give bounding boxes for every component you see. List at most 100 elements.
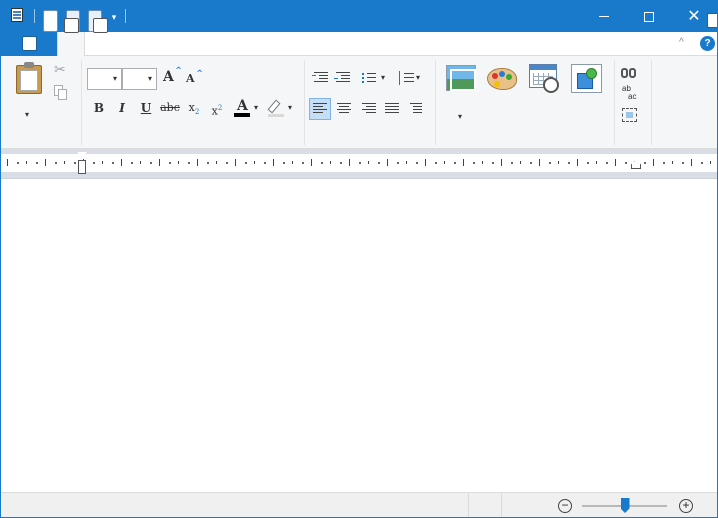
ruler-tick xyxy=(605,162,608,164)
ruler-tick xyxy=(653,159,654,166)
group-divider xyxy=(81,60,82,145)
group-divider xyxy=(435,60,436,145)
ruler-tick xyxy=(567,162,570,164)
bold-button[interactable]: B xyxy=(90,99,108,117)
ruler-tick xyxy=(529,162,532,164)
copy-icon[interactable] xyxy=(54,85,68,100)
ruler-tick xyxy=(140,161,141,164)
font-color-icon: A xyxy=(237,98,248,114)
align-right-button[interactable] xyxy=(359,99,379,117)
date-time-icon[interactable] xyxy=(529,64,561,94)
document-editor[interactable] xyxy=(1,180,717,493)
select-all-icon[interactable] xyxy=(622,108,637,122)
font-color-chevron-icon[interactable]: ▾ xyxy=(254,103,258,112)
superscript-button[interactable]: x2 xyxy=(208,99,226,118)
ruler-tick xyxy=(520,161,521,164)
group-divider xyxy=(614,60,615,145)
highlight-color-button[interactable] xyxy=(267,98,286,118)
paint-drawing-icon[interactable] xyxy=(487,64,519,92)
grow-font-icon[interactable]: A xyxy=(163,65,182,87)
group-divider xyxy=(304,60,305,145)
ruler-tick xyxy=(54,162,57,164)
maximize-button[interactable] xyxy=(626,1,672,32)
ruler-tick xyxy=(700,162,703,164)
ruler-tick xyxy=(662,162,665,164)
font-size-select[interactable]: ▾ xyxy=(122,68,157,90)
save-icon[interactable] xyxy=(43,10,58,32)
keytip-badge xyxy=(93,18,108,33)
zoom-slider-thumb[interactable] xyxy=(620,498,630,513)
ruler-tick xyxy=(339,162,342,164)
bullet-list-chevron-icon[interactable]: ▾ xyxy=(381,73,385,82)
ruler-tick xyxy=(358,162,361,164)
minimize-ribbon-icon[interactable]: ^ xyxy=(679,37,684,48)
minimize-button[interactable] xyxy=(581,1,627,32)
align-center-button[interactable] xyxy=(334,99,354,117)
ruler-tick xyxy=(244,162,247,164)
minimize-icon xyxy=(599,16,609,17)
wordpad-window: ▾ ✕ ^ ? ▾ ✂ ▾ ▾ A A B I U abc x2 x2 A ▾ … xyxy=(0,0,718,518)
help-icon[interactable]: ? xyxy=(700,36,715,51)
ruler-tick xyxy=(463,159,464,166)
ruler-tick xyxy=(159,159,160,166)
ruler-tick xyxy=(206,162,209,164)
cut-icon[interactable]: ✂ xyxy=(54,62,68,77)
highlight-chevron-icon[interactable]: ▾ xyxy=(288,103,292,112)
ruler-tick xyxy=(491,162,494,164)
decrease-indent-icon[interactable] xyxy=(311,69,331,87)
customize-qat-chevron-icon[interactable]: ▾ xyxy=(109,12,119,22)
ruler-tick xyxy=(368,161,369,164)
ruler-tick xyxy=(225,162,228,164)
strikethrough-button[interactable]: abc xyxy=(160,99,180,117)
ruler-tick xyxy=(377,162,380,164)
underline-button[interactable]: U xyxy=(137,99,155,117)
ruler-tick xyxy=(387,159,388,166)
font-color-button[interactable]: A xyxy=(234,98,252,118)
ruler-tick xyxy=(121,159,122,166)
find-binoculars-icon[interactable] xyxy=(621,65,639,79)
subscript-button[interactable]: x2 xyxy=(185,99,203,117)
line-spacing-chevron-icon[interactable]: ▾ xyxy=(416,73,420,82)
insert-picture-chevron-icon[interactable]: ▾ xyxy=(458,112,462,121)
ruler[interactable] xyxy=(1,154,717,172)
ruler-tick xyxy=(482,161,483,164)
maximize-icon xyxy=(644,11,654,22)
ruler-tick xyxy=(130,162,133,164)
chevron-down-icon: ▾ xyxy=(147,74,152,83)
ruler-tick xyxy=(349,159,350,166)
font-family-select[interactable]: ▾ xyxy=(87,68,122,90)
qat-separator xyxy=(125,9,126,23)
ruler-tick xyxy=(16,162,19,164)
line-spacing-icon[interactable] xyxy=(398,69,416,87)
align-left-button[interactable] xyxy=(309,98,331,120)
tab-home[interactable] xyxy=(57,32,85,56)
ruler-tick xyxy=(510,162,513,164)
ruler-tick xyxy=(64,161,65,164)
ribbon-home: ▾ ✂ ▾ ▾ A A B I U abc x2 x2 A ▾ ▾ xyxy=(1,56,717,149)
italic-button[interactable]: I xyxy=(113,99,131,117)
insert-object-icon[interactable] xyxy=(571,64,602,93)
subscript-mark: 2 xyxy=(194,108,200,117)
zoom-out-button[interactable]: − xyxy=(558,499,572,513)
replace-icon[interactable]: ab ac xyxy=(622,85,640,103)
bullet-list-icon[interactable] xyxy=(361,69,377,87)
justify-button[interactable] xyxy=(382,99,402,117)
shrink-font-icon[interactable]: A xyxy=(186,68,203,87)
paste-icon[interactable] xyxy=(16,62,43,94)
zoom-in-button[interactable]: + xyxy=(679,499,693,513)
increase-indent-icon[interactable] xyxy=(333,69,353,87)
insert-picture-icon[interactable] xyxy=(446,65,476,91)
ruler-tick xyxy=(282,162,285,164)
paste-dropdown-chevron-icon[interactable]: ▾ xyxy=(25,110,33,119)
paragraph-settings-icon[interactable] xyxy=(407,99,427,117)
left-indent-marker[interactable] xyxy=(77,151,87,174)
ruler-tick xyxy=(301,162,304,164)
keytip-badge xyxy=(64,18,79,33)
status-separator xyxy=(468,493,469,517)
app-icon[interactable] xyxy=(9,7,25,25)
ruler-tick xyxy=(596,161,597,164)
ruler-tick xyxy=(681,162,684,164)
replace-icon-bottom: ac xyxy=(628,92,637,101)
qat-separator xyxy=(34,9,35,23)
tab-file[interactable] xyxy=(1,32,57,56)
